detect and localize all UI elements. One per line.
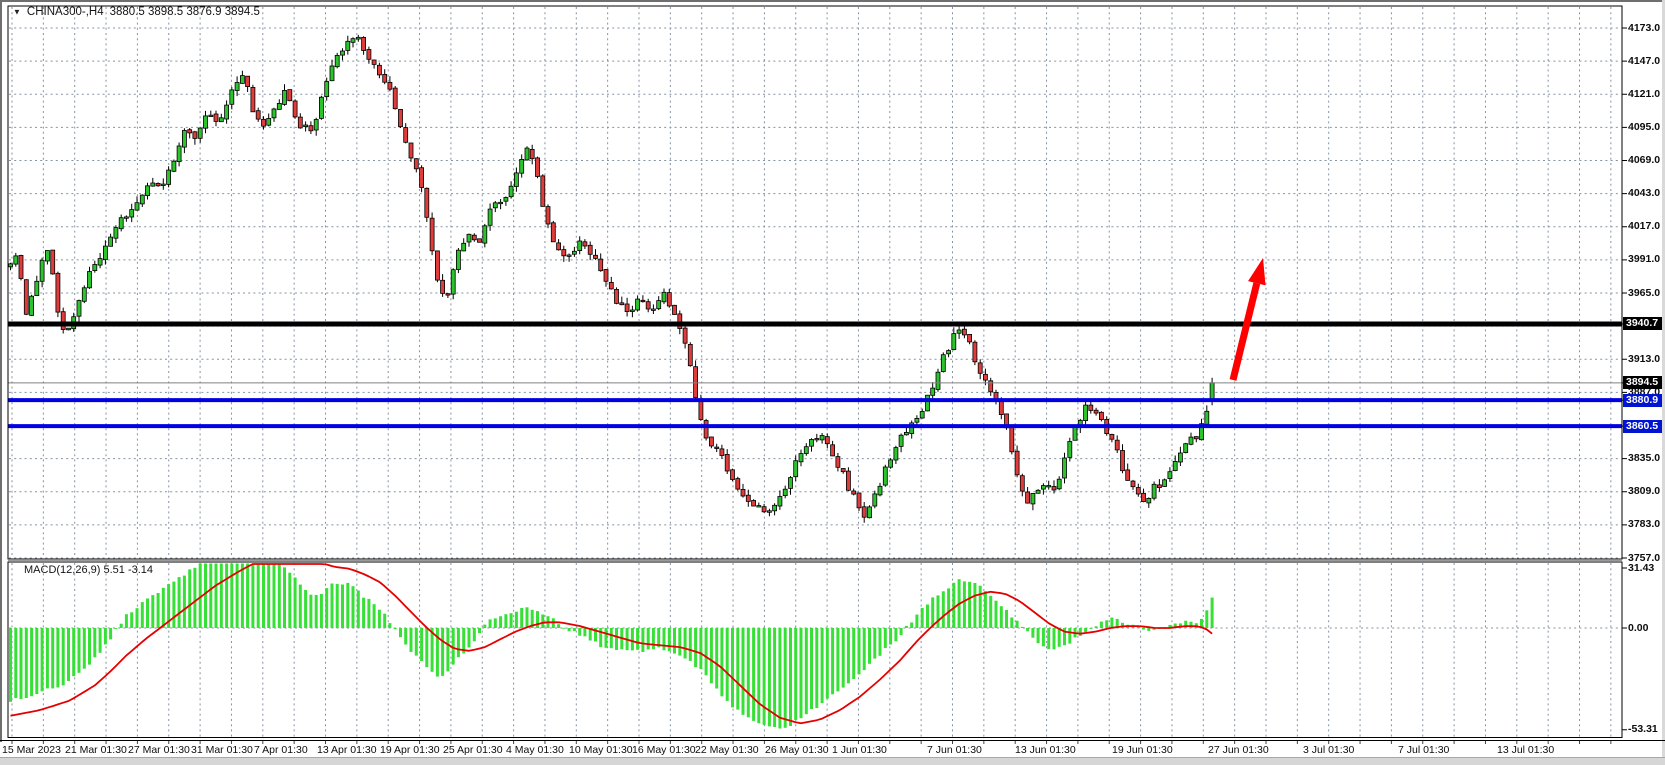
price-tick-label: 4095.0 — [1628, 121, 1660, 134]
chart-title: ▼ CHINA300-,H4 3880.5 3898.5 3876.9 3894… — [13, 6, 260, 18]
time-axis-label: 16 May 01:30 — [632, 744, 696, 756]
price-tick-label: 3991.0 — [1628, 253, 1660, 266]
symbol-timeframe-label: CHINA300-,H4 — [27, 6, 104, 18]
time-axis-label: 3 Jul 01:30 — [1303, 744, 1354, 756]
time-axis-label: 27 Mar 01:30 — [128, 744, 190, 756]
time-axis-label: 19 Apr 01:30 — [380, 744, 440, 756]
price-tick-label: 3965.0 — [1628, 287, 1660, 300]
price-tick-label: 4017.0 — [1628, 220, 1660, 233]
price-tick-label: 4043.0 — [1628, 187, 1660, 200]
chart-window: ▼ CHINA300-,H4 3880.5 3898.5 3876.9 3894… — [0, 0, 1665, 765]
indicator-values: 5.51 -3.14 — [103, 564, 153, 576]
price-tick-label: 3809.0 — [1628, 485, 1660, 498]
chart-canvas[interactable] — [0, 0, 1665, 765]
symbol-marker-icon: ▼ — [13, 7, 21, 16]
price-tick-label: 3913.0 — [1628, 353, 1660, 366]
candlesticks — [9, 35, 1215, 523]
price-tick-label: 4147.0 — [1628, 55, 1660, 68]
time-axis-label: 13 Jul 01:30 — [1497, 744, 1554, 756]
time-axis-label: 25 Apr 01:30 — [443, 744, 503, 756]
price-tick-label: 3835.0 — [1628, 452, 1660, 465]
macd-tick-label: -53.31 — [1628, 723, 1658, 736]
macd-histogram — [9, 564, 1214, 729]
price-tick-label: 4121.0 — [1628, 88, 1660, 101]
macd-panel-border — [8, 562, 1622, 738]
price-tick-label: 3783.0 — [1628, 518, 1660, 531]
indicator-name: MACD(12,26,9) — [24, 564, 100, 576]
main-panel-border — [8, 6, 1622, 559]
time-axis-label: 7 Jun 01:30 — [927, 744, 982, 756]
time-axis-label: 26 May 01:30 — [765, 744, 829, 756]
time-axis-label: 7 Jul 01:30 — [1398, 744, 1449, 756]
time-axis-label: 13 Apr 01:30 — [317, 744, 377, 756]
price-badge-3880.9: 3880.9 — [1623, 394, 1662, 407]
macd-tick-label: 0.00 — [1628, 622, 1648, 635]
ohlc-readout: 3880.5 3898.5 3876.9 3894.5 — [110, 6, 260, 18]
price-badge-3860.5: 3860.5 — [1623, 420, 1662, 433]
grid — [9, 7, 1621, 744]
indicator-label: MACD(12,26,9) 5.51 -3.14 — [24, 564, 153, 576]
time-axis-label: 22 May 01:30 — [695, 744, 759, 756]
time-axis-label: 1 Jun 01:30 — [832, 744, 887, 756]
time-axis-label: 4 May 01:30 — [506, 744, 564, 756]
time-axis-label: 21 Mar 01:30 — [65, 744, 127, 756]
up-arrow-head — [1248, 258, 1265, 285]
time-axis-label: 15 Mar 2023 — [2, 744, 61, 756]
time-axis-label: 13 Jun 01:30 — [1015, 744, 1076, 756]
time-axis-label: 31 Mar 01:30 — [191, 744, 253, 756]
price-badge-3940.7: 3940.7 — [1623, 317, 1662, 330]
time-axis-label: 7 Apr 01:30 — [254, 744, 308, 756]
time-axis-label: 27 Jun 01:30 — [1208, 744, 1269, 756]
up-arrow-annotation[interactable] — [1233, 283, 1257, 380]
price-badge-3894.5: 3894.5 — [1623, 376, 1662, 389]
price-tick-label: 4173.0 — [1628, 22, 1660, 35]
time-axis-label: 10 May 01:30 — [569, 744, 633, 756]
price-tick-label: 4069.0 — [1628, 154, 1660, 167]
macd-tick-label: 31.43 — [1628, 562, 1654, 575]
time-axis-label: 19 Jun 01:30 — [1112, 744, 1173, 756]
